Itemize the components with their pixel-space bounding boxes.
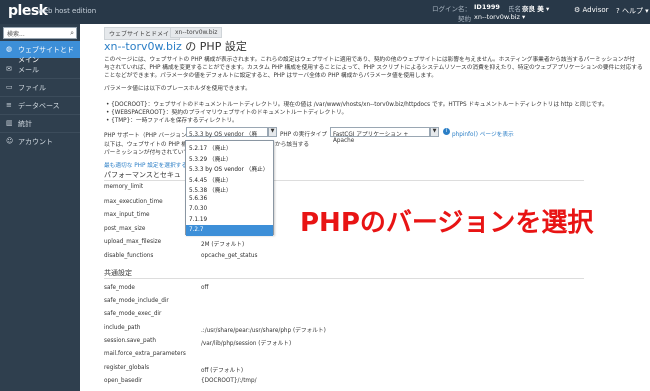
help-label: ヘルプ ▾	[621, 7, 649, 15]
bullet-tmp: • {TMP}：一時ファイルを保存するディレクトリ。	[106, 118, 238, 124]
title-domain: xn--torv0w.biz	[104, 40, 182, 53]
sidebar-item-files[interactable]: ▭ ファイル	[0, 79, 80, 96]
section-divider	[104, 278, 584, 279]
php-version-option[interactable]: 5.3.29 （廃止）	[186, 152, 273, 163]
mail-icon: ✉	[6, 65, 12, 73]
advisor-label: Advisor	[582, 6, 609, 14]
placeholder-intro: パラメータ値には以下のプレースホルダを使用できます。	[104, 86, 251, 92]
php-version-option-selected[interactable]: 7.2.7	[186, 225, 273, 236]
name-label: 氏名	[508, 5, 521, 13]
search-placeholder: 検索...	[7, 31, 25, 38]
php-version-select[interactable]: 5.3.3 by OS vendor （廃止）	[186, 127, 268, 147]
info-icon: i	[443, 128, 450, 135]
chevron-down-icon[interactable]: ▼	[268, 127, 277, 137]
param-value[interactable]: off	[201, 285, 208, 291]
param-include-path: include_path	[104, 325, 141, 331]
login-label: ログイン名：	[432, 5, 471, 13]
sidebar: 検索... ⌕ ◍ ウェブサイトとドメイン ✉ メール ▭ ファイル ≡ データ…	[0, 24, 80, 391]
note-line-3[interactable]: 最も適切な PHP 設定を選択する	[104, 160, 187, 169]
php-version-option[interactable]: 5.3.3 by OS vendor （廃止）	[186, 162, 273, 173]
edition-label: web host edition	[38, 7, 97, 15]
advisor-icon: ⚙	[574, 6, 581, 14]
php-version-option[interactable]: 5.5.38 （廃止）	[186, 183, 273, 194]
contract-label: 契約	[458, 15, 471, 23]
sidebar-item-label: ファイル	[18, 84, 46, 92]
param-session-save-path: session.save_path	[104, 338, 156, 344]
param-safe-mode: safe_mode	[104, 285, 135, 291]
sidebar-item-label: データベース	[18, 102, 60, 110]
sidebar-item-websites[interactable]: ◍ ウェブサイトとドメイン	[0, 41, 80, 64]
subscription-menu[interactable]: xn--torv0w.biz ▾	[474, 13, 525, 21]
annotation-overlay: PHPのバージョンを選択	[300, 208, 594, 238]
user-icon: ☺	[6, 137, 14, 145]
param-open-basedir: open_basedir	[104, 378, 143, 384]
php-exec-select[interactable]: FastCGI アプリケーション + Apache	[330, 127, 430, 144]
sidebar-item-mail[interactable]: ✉ メール	[0, 61, 80, 78]
chevron-down-icon[interactable]: ▼	[430, 127, 439, 137]
top-bar: plesk web host edition ログイン名： ID1999 氏名 …	[0, 0, 650, 24]
param-post-max-size: post_max_size	[104, 226, 146, 232]
param-safe-mode-include-dir: safe_mode_include_dir	[104, 298, 169, 304]
section-divider	[104, 180, 584, 181]
param-value[interactable]: opcache_get_status	[201, 253, 257, 259]
param-value[interactable]: 2M (デフォルト)	[201, 239, 244, 248]
breadcrumb-domain[interactable]: xn--torv0w.biz	[170, 27, 223, 38]
sidebar-item-account[interactable]: ☺ アカウント	[0, 133, 80, 150]
param-register-globals: register_globals	[104, 365, 150, 371]
sidebar-item-statistics[interactable]: ▥ 統計	[0, 115, 80, 132]
section-performance: パフォーマンスとセキュ	[104, 171, 181, 179]
title-text: の PHP 設定	[181, 40, 247, 53]
param-value[interactable]: off (デフォルト)	[201, 365, 243, 374]
database-icon: ≡	[6, 101, 12, 109]
advisor-button[interactable]: ⚙ Advisor	[574, 6, 609, 14]
param-value[interactable]: .:/usr/share/pear:/usr/share/php (デフォルト)	[201, 325, 326, 334]
sidebar-item-label: メール	[18, 66, 39, 74]
search-input[interactable]: 検索... ⌕	[3, 27, 77, 39]
php-version-option[interactable]: 5.6.36	[186, 194, 273, 205]
param-max-execution-time: max_execution_time	[104, 199, 163, 205]
note-line-2a: パーミッションが付与されていて	[104, 150, 189, 156]
intro-line-3: ことなどができます。パラメータの値をデフォルトに設定すると、PHP はサーバ全体…	[104, 73, 437, 79]
php-version-dropdown: 5.2.17 （廃止） 5.3.29 （廃止） 5.3.3 by OS vend…	[185, 140, 274, 236]
param-value[interactable]: {DOCROOT}/:/tmp/	[201, 378, 257, 384]
param-memory-limit: memory_limit	[104, 184, 144, 190]
sidebar-item-label: 統計	[18, 120, 32, 128]
param-upload-max-filesize: upload_max_filesize	[104, 239, 162, 245]
phpinfo-link[interactable]: phpinfo() ページを表示	[452, 129, 514, 138]
param-max-input-time: max_input_time	[104, 212, 150, 218]
sidebar-item-label: アカウント	[18, 138, 53, 146]
folder-icon: ▭	[6, 83, 13, 91]
php-exec-label: PHP の実行タイプ	[280, 132, 328, 138]
page-title: xn--torv0w.biz の PHP 設定	[104, 38, 247, 54]
search-icon[interactable]: ⌕	[70, 29, 74, 38]
param-safe-mode-exec-dir: safe_mode_exec_dir	[104, 311, 162, 317]
param-disable-functions: disable_functions	[104, 253, 154, 259]
php-version-option[interactable]: 5.2.17 （廃止）	[186, 141, 273, 152]
section-common: 共通設定	[104, 269, 132, 277]
chart-icon: ▥	[6, 119, 13, 127]
php-support-label: PHP サポート（PHP バージョン	[104, 133, 187, 139]
globe-icon: ◍	[6, 45, 13, 53]
param-mail-force-extra-parameters: mail.force_extra_parameters	[104, 351, 186, 357]
php-version-option[interactable]: 7.1.19	[186, 215, 273, 226]
help-icon: ?	[616, 7, 620, 15]
sidebar-item-databases[interactable]: ≡ データベース	[0, 97, 80, 114]
php-version-option[interactable]: 5.4.45 （廃止）	[186, 173, 273, 184]
login-value: ID1999	[474, 3, 500, 11]
help-menu[interactable]: ? ヘルプ ▾	[616, 6, 649, 16]
note-line-1b: から該当する	[275, 142, 310, 148]
intro-line-1: このページには、ウェブサイトの PHP 構成が表示されます。これらの設定はウェブ…	[104, 57, 635, 63]
user-menu[interactable]: 奈良 美 ▾	[522, 3, 549, 13]
intro-line-2: 与されていれば、PHP 構成を変更することができます。カスタム PHP 構成を使…	[104, 65, 643, 71]
param-value[interactable]: /var/lib/php/session (デフォルト)	[201, 338, 291, 347]
php-version-option[interactable]: 7.0.30	[186, 204, 273, 215]
